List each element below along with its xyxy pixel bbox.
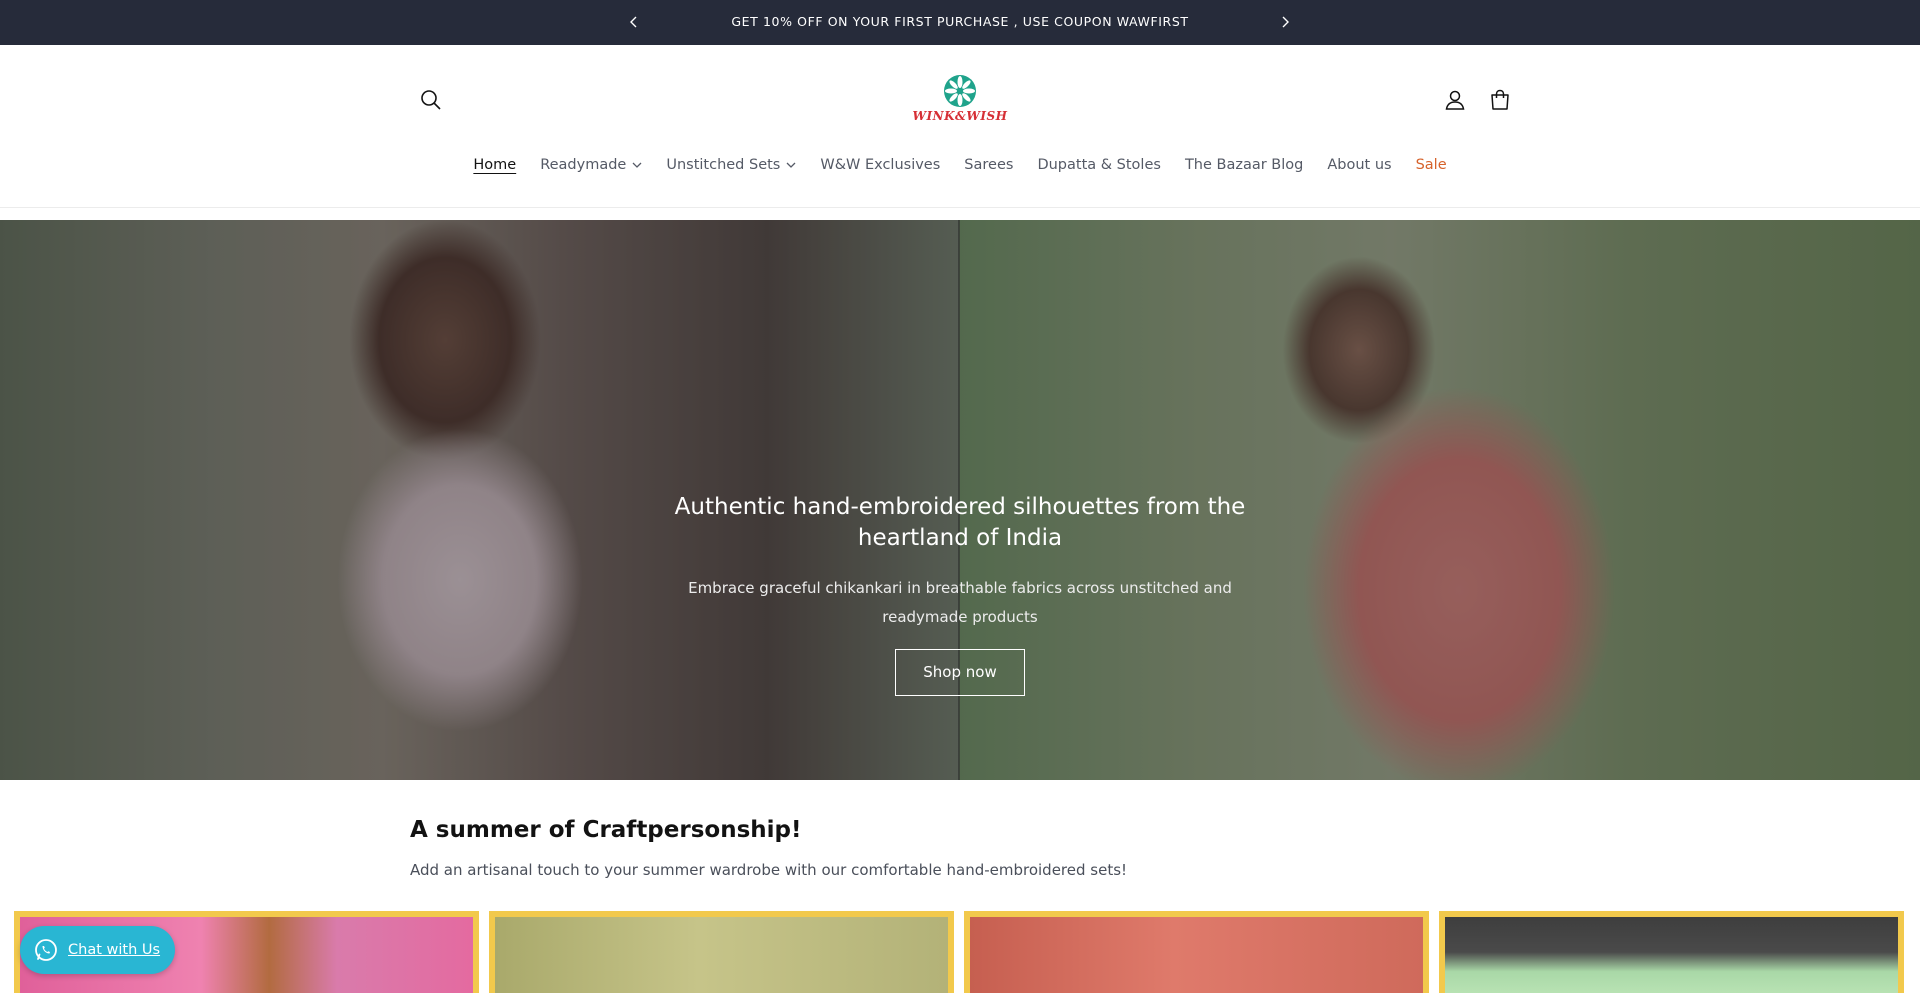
nav-home[interactable]: Home	[461, 157, 528, 173]
nav-sale[interactable]: Sale	[1404, 157, 1459, 173]
nav-home-label: Home	[473, 157, 517, 173]
nav-unstitched-sets[interactable]: Unstitched Sets	[654, 157, 808, 173]
whatsapp-icon	[35, 939, 57, 961]
main-navigation: Home Readymade Unstitched Sets W&W Exclu…	[0, 157, 1920, 173]
account-button[interactable]	[1440, 85, 1470, 115]
nav-ww-exclusives-label: W&W Exclusives	[820, 157, 941, 173]
nav-readymade-label: Readymade	[540, 157, 627, 173]
chevron-down-icon	[786, 162, 796, 168]
chat-with-us-button[interactable]: Chat with Us	[20, 926, 175, 974]
nav-bazaar-blog[interactable]: The Bazaar Blog	[1173, 157, 1315, 173]
hero-banner: Authentic hand-embroidered silhouettes f…	[0, 220, 1920, 780]
cart-icon	[1491, 89, 1509, 110]
product-card[interactable]	[964, 911, 1429, 993]
account-icon	[1445, 90, 1465, 110]
nav-dupatta-stoles[interactable]: Dupatta & Stoles	[1025, 157, 1173, 173]
cart-button[interactable]	[1485, 85, 1515, 115]
hero-subtitle: Embrace graceful chikankari in breathabl…	[688, 579, 1232, 626]
nav-readymade[interactable]: Readymade	[528, 157, 654, 173]
product-card[interactable]	[489, 911, 954, 993]
nav-sale-label: Sale	[1415, 157, 1447, 173]
shop-now-button[interactable]: Shop now	[895, 649, 1025, 696]
site-header: WINK&WISH Home Readymade Unstitched Sets…	[0, 45, 1920, 208]
announcement-message: GET 10% OFF ON YOUR FIRST PURCHASE , USE…	[731, 14, 1189, 29]
nav-ww-exclusives[interactable]: W&W Exclusives	[808, 157, 952, 173]
hero-title: Authentic hand-embroidered silhouettes f…	[674, 494, 1246, 551]
announcement-bar: GET 10% OFF ON YOUR FIRST PURCHASE , USE…	[0, 0, 1920, 45]
logo-wordmark: WINK&WISH	[912, 109, 1008, 123]
chevron-down-icon	[632, 162, 642, 168]
nav-sarees-label: Sarees	[964, 157, 1014, 173]
section-subtitle: Add an artisanal touch to your summer wa…	[410, 861, 1128, 879]
nav-bazaar-blog-label: The Bazaar Blog	[1184, 157, 1304, 173]
hero-content: Authentic hand-embroidered silhouettes f…	[610, 492, 1310, 696]
announcement-next-button[interactable]	[1274, 11, 1296, 33]
chevron-right-icon	[1282, 16, 1289, 28]
site-logo[interactable]: WINK&WISH	[910, 73, 1010, 131]
search-button[interactable]	[416, 85, 446, 115]
product-card[interactable]	[1439, 911, 1904, 993]
nav-unstitched-sets-label: Unstitched Sets	[666, 157, 781, 173]
product-card-row	[14, 911, 1906, 993]
search-icon	[421, 90, 441, 110]
flower-logo-icon	[944, 75, 976, 107]
nav-about-us-label: About us	[1327, 157, 1392, 173]
nav-dupatta-stoles-label: Dupatta & Stoles	[1037, 157, 1161, 173]
section-title: A summer of Craftpersonship!	[410, 817, 802, 843]
nav-about-us[interactable]: About us	[1315, 157, 1403, 173]
nav-sarees[interactable]: Sarees	[952, 157, 1025, 173]
chat-label: Chat with Us	[68, 942, 161, 958]
